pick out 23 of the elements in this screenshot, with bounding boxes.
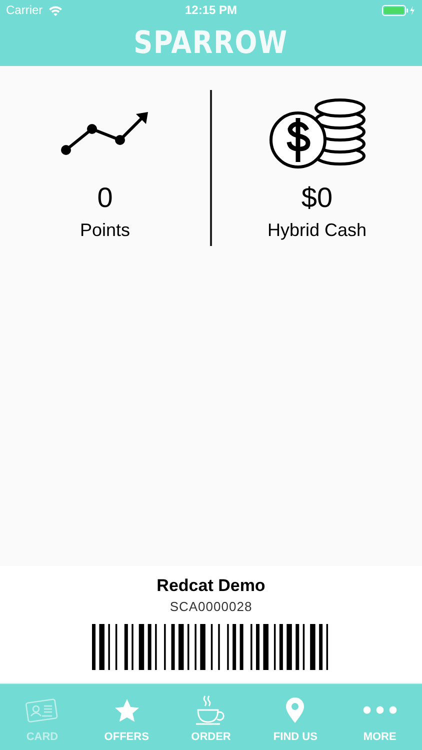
app-logo: SPARROW [134,25,288,61]
id-card-icon [25,697,60,723]
tab-item[interactable]: MORE [338,684,422,750]
coins-icon [268,96,366,170]
stat-label: Hybrid Cash [267,220,367,241]
status-time: 12:15 PM [184,3,238,17]
more-dots-icon [362,706,397,714]
stat-label: Points [80,220,130,241]
card-holder-name: Redcat Demo [156,576,266,596]
carrier-label: Carrier [6,3,43,17]
tab-item[interactable]: OFFERS [84,684,169,750]
star-icon [114,698,140,722]
wifi-icon [48,4,63,16]
card-number: SCA0000028 [170,599,252,614]
tab-item[interactable]: CARD [0,684,84,750]
coffee-cup-icon [195,695,228,725]
tab-item[interactable]: ORDER [168,684,254,750]
stat-value: 0 [97,182,113,214]
tab-item[interactable]: FIND US [253,684,338,750]
trend-chart-icon [60,110,150,156]
battery-icon [382,4,416,16]
stat-value: $0 [301,182,333,214]
location-pin-icon [285,696,306,724]
